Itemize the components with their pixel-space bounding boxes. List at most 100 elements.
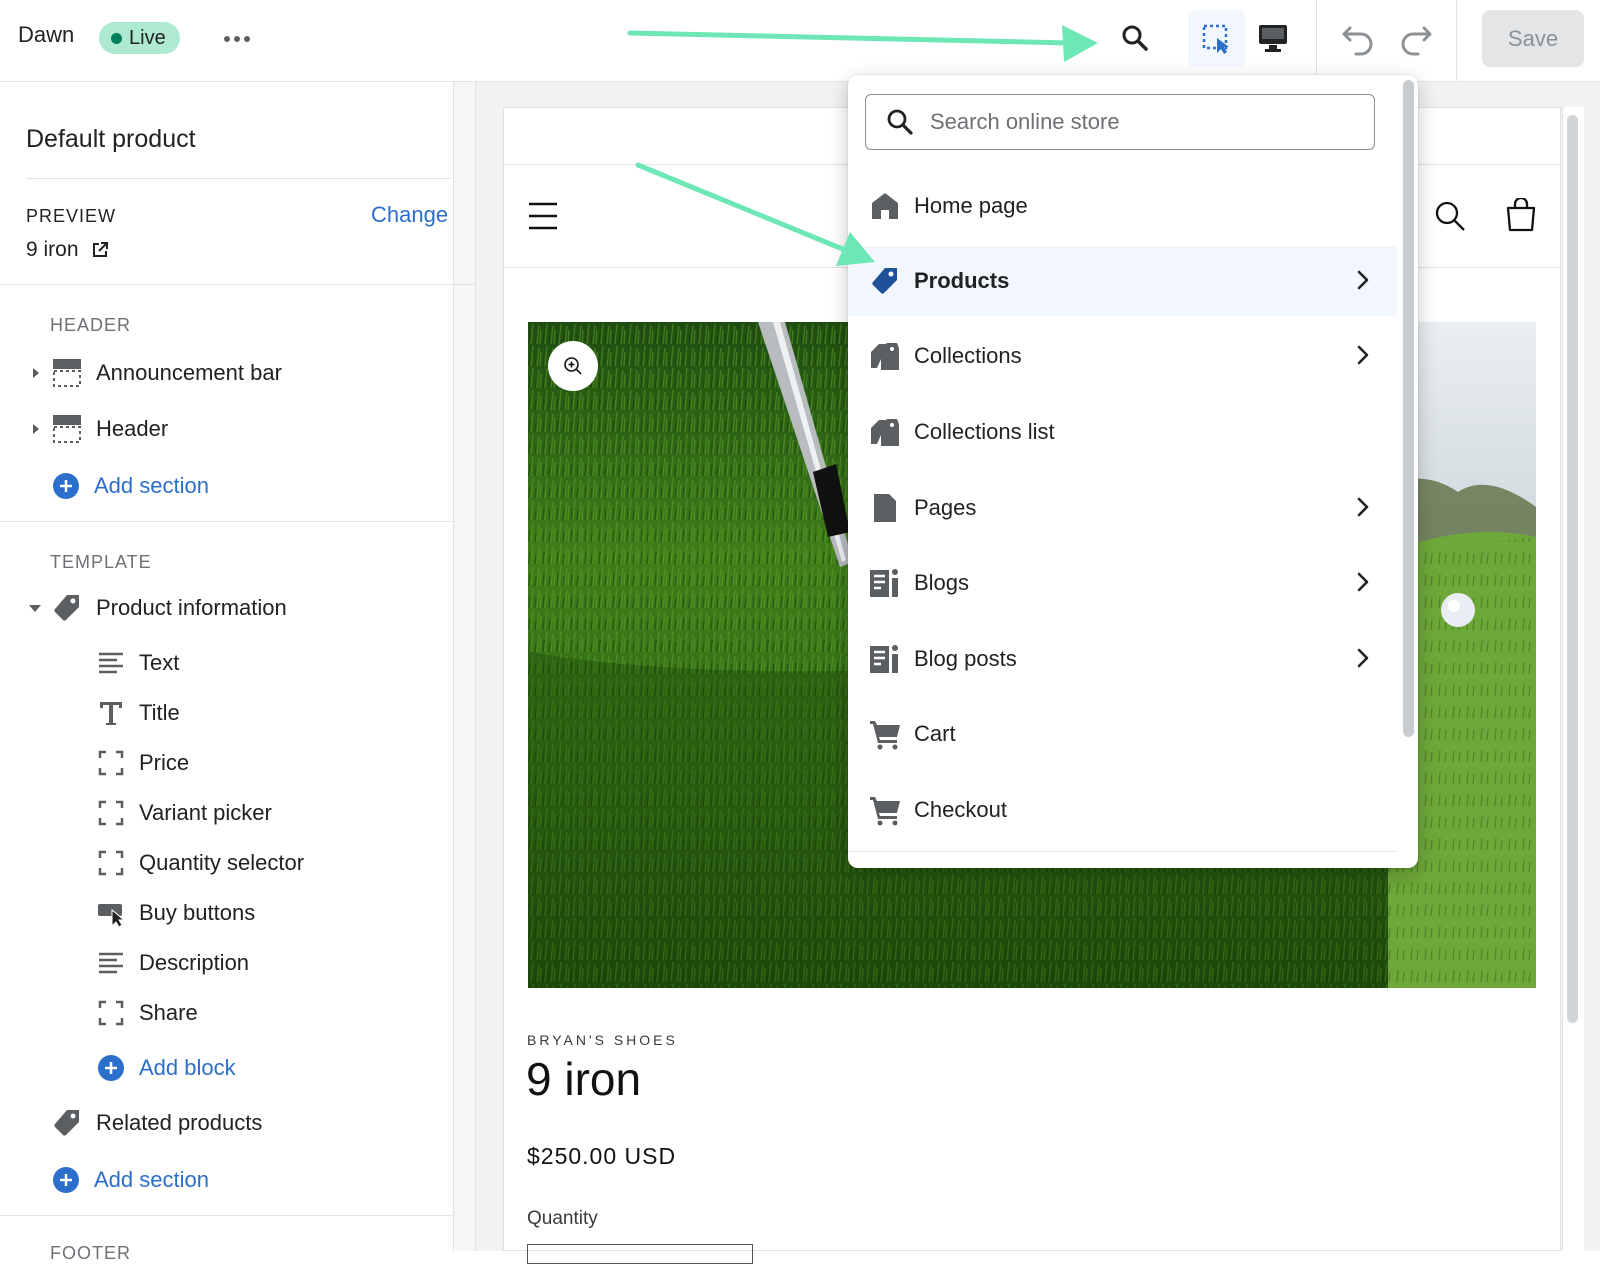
- toolbar-divider: [1456, 0, 1457, 82]
- menu-item-blog-posts[interactable]: Blog posts: [848, 624, 1397, 694]
- add-section-label: Add section: [94, 1167, 209, 1192]
- hamburger-menu-icon[interactable]: [527, 200, 559, 232]
- add-block-button[interactable]: Add block: [97, 1048, 236, 1088]
- divider: [848, 851, 1397, 852]
- collections-icon: [868, 415, 902, 449]
- menu-item-label: Blogs: [914, 570, 970, 595]
- template-group-label: TEMPLATE: [50, 552, 152, 572]
- expand-caret-icon: [33, 424, 39, 434]
- text-lines-icon: [99, 652, 123, 674]
- editor-topbar: Dawn Live Save: [0, 0, 1600, 82]
- search-field[interactable]: [865, 94, 1375, 150]
- section-header[interactable]: Header: [30, 409, 168, 449]
- block-bracket-icon: [98, 850, 124, 876]
- section-product-information[interactable]: Product information: [27, 588, 287, 628]
- expand-caret-icon: [33, 368, 39, 378]
- external-link-icon: [92, 242, 108, 257]
- add-section-label: Add section: [94, 473, 209, 498]
- section-related-products[interactable]: Related products: [52, 1103, 262, 1143]
- section-label: Related products: [96, 1110, 263, 1135]
- add-section-button[interactable]: Add section: [52, 1160, 209, 1200]
- sidebar-scrollbar[interactable]: [453, 82, 475, 1251]
- theme-name: Dawn: [18, 22, 75, 47]
- preview-product[interactable]: 9 iron: [26, 238, 109, 262]
- live-status-badge: Live: [99, 22, 180, 54]
- divider: [0, 521, 453, 522]
- product-price: $250.00 USD: [527, 1143, 677, 1169]
- block-text[interactable]: Text: [97, 643, 179, 683]
- store-search-icon[interactable]: [1433, 199, 1467, 233]
- divider: [0, 284, 476, 285]
- dropdown-scrollbar-thumb[interactable]: [1403, 80, 1414, 737]
- footer-group-label: FOOTER: [50, 1243, 131, 1263]
- block-label: Title: [139, 700, 180, 725]
- section-announcement-bar[interactable]: Announcement bar: [30, 353, 282, 393]
- add-block-label: Add block: [139, 1055, 236, 1080]
- block-description[interactable]: Description: [97, 943, 249, 983]
- section-label: Announcement bar: [96, 360, 282, 385]
- title-t-icon: [100, 702, 122, 725]
- image-zoom-button[interactable]: [548, 341, 598, 391]
- change-preview-link[interactable]: Change: [371, 202, 448, 228]
- search-input[interactable]: [930, 109, 1330, 135]
- blog-icon: [868, 642, 902, 676]
- cart-bag-icon[interactable]: [1503, 197, 1539, 233]
- block-share[interactable]: Share: [97, 993, 198, 1033]
- menu-item-cart[interactable]: Cart: [848, 699, 1397, 769]
- menu-item-blogs[interactable]: Blogs: [848, 548, 1397, 618]
- menu-item-pages[interactable]: Pages: [848, 473, 1397, 543]
- menu-item-label: Collections list: [914, 419, 1055, 444]
- save-button[interactable]: Save: [1482, 10, 1584, 67]
- page-icon: [868, 491, 902, 525]
- menu-item-checkout[interactable]: Checkout: [848, 775, 1397, 845]
- tag-icon: [54, 1110, 79, 1136]
- menu-item-home-page[interactable]: Home page: [848, 171, 1397, 241]
- page-picker-dropdown: Home page Products Collections Collectio…: [848, 75, 1418, 868]
- search-icon[interactable]: [1117, 20, 1153, 56]
- add-section-button[interactable]: Add section: [52, 466, 209, 506]
- quantity-label: Quantity: [527, 1208, 598, 1229]
- more-actions-icon[interactable]: [222, 24, 252, 54]
- preview-product-name: 9 iron: [26, 238, 79, 261]
- section-label: Product information: [96, 595, 287, 620]
- block-price[interactable]: Price: [97, 743, 189, 783]
- live-badge-label: Live: [129, 27, 166, 49]
- menu-item-collections[interactable]: Collections: [848, 321, 1397, 391]
- collapse-caret-icon: [29, 605, 41, 612]
- inspector-select-icon[interactable]: [1188, 10, 1245, 67]
- menu-item-collections-list[interactable]: Collections list: [848, 397, 1397, 467]
- menu-item-label: Pages: [914, 495, 977, 520]
- add-circle-icon: [53, 1167, 79, 1193]
- redo-icon[interactable]: [1396, 18, 1436, 58]
- preview-scrollbar-thumb[interactable]: [1567, 115, 1578, 1023]
- zoom-in-icon: [564, 357, 582, 375]
- block-buy-buttons[interactable]: Buy buttons: [97, 893, 255, 933]
- quantity-stepper[interactable]: [527, 1244, 753, 1264]
- desktop-view-icon[interactable]: [1254, 19, 1292, 57]
- add-circle-icon: [98, 1055, 124, 1081]
- text-lines-icon: [99, 952, 123, 974]
- header-group-label: HEADER: [50, 315, 132, 335]
- product-vendor: BRYAN'S SHOES: [527, 1032, 678, 1048]
- home-icon: [868, 189, 902, 223]
- preview-label: PREVIEW: [26, 206, 117, 226]
- menu-item-label: Home page: [914, 193, 1028, 218]
- block-label: Buy buttons: [139, 900, 256, 925]
- product-title: 9 iron: [526, 1053, 642, 1105]
- chevron-right-icon: [1357, 345, 1369, 365]
- block-bracket-icon: [98, 1000, 124, 1026]
- cart-icon: [868, 793, 902, 827]
- undo-icon[interactable]: [1338, 18, 1378, 58]
- block-variant-picker[interactable]: Variant picker: [97, 793, 272, 833]
- section-layout-icon: [53, 415, 81, 443]
- block-label: Text: [139, 650, 180, 675]
- collections-icon: [868, 339, 902, 373]
- menu-item-label: Products: [914, 268, 1010, 293]
- chevron-right-icon: [1357, 270, 1369, 290]
- section-layout-icon: [53, 359, 81, 387]
- block-quantity-selector[interactable]: Quantity selector: [97, 843, 304, 883]
- menu-item-label: Cart: [914, 721, 956, 746]
- section-label: Header: [96, 416, 169, 441]
- menu-item-products[interactable]: Products: [848, 246, 1397, 316]
- block-title[interactable]: Title: [97, 693, 180, 733]
